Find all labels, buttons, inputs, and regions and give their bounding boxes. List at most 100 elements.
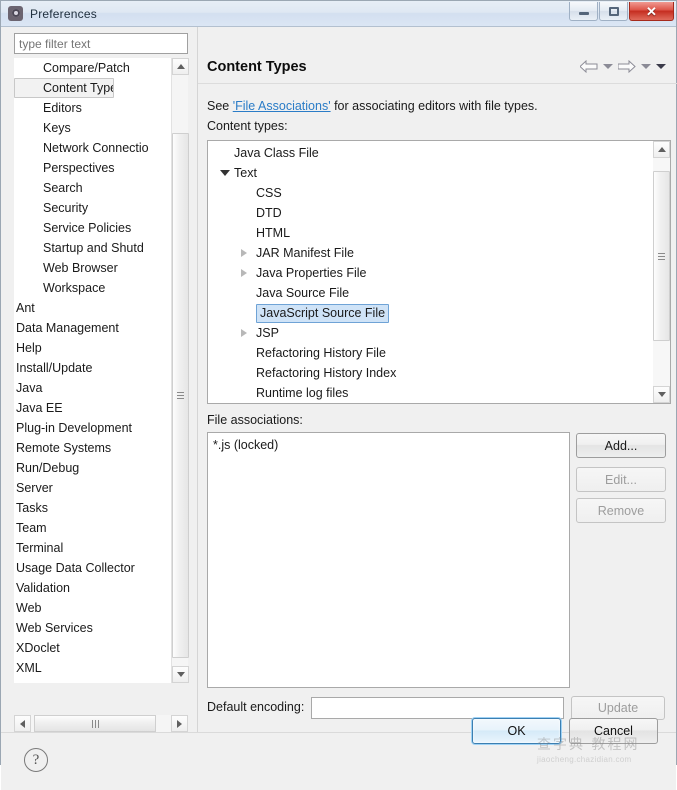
forward-menu-chevron-down-icon[interactable] (641, 64, 651, 69)
preferences-dialog: Preferences ✕ Compare/PatchContent Types… (0, 0, 677, 765)
sidebar-item-ant[interactable]: Ant (14, 298, 168, 318)
description-prefix: See (207, 99, 233, 113)
minimize-button[interactable] (569, 2, 598, 21)
scroll-up-button[interactable] (653, 141, 670, 158)
sidebar-horizontal-scrollbar[interactable] (14, 715, 188, 732)
help-question-icon[interactable]: ? (24, 748, 48, 772)
sidebar-item-plug-in-development[interactable]: Plug-in Development (14, 418, 168, 438)
content-type-row[interactable]: Refactoring History Index (208, 363, 652, 383)
content-type-row[interactable]: Java Properties File (208, 263, 652, 283)
sidebar-item-web-services[interactable]: Web Services (14, 618, 168, 638)
sidebar-item-terminal[interactable]: Terminal (14, 538, 168, 558)
sidebar-tree[interactable]: Compare/PatchContent TypesEditorsKeysNet… (14, 58, 188, 683)
scroll-left-button[interactable] (14, 715, 31, 732)
view-menu-triangle-icon[interactable] (656, 64, 666, 69)
sidebar-item-java-ee[interactable]: Java EE (14, 398, 168, 418)
content-types-tree[interactable]: Java Class FileText CSS DTD HTML JAR Manifes… (207, 140, 671, 404)
content-type-row[interactable]: DTD (208, 203, 652, 223)
sidebar-item-usage-data-collector[interactable]: Usage Data Collector (14, 558, 168, 578)
content-type-row[interactable]: JAR Manifest File (208, 243, 652, 263)
sidebar-item-data-management[interactable]: Data Management (14, 318, 168, 338)
content-type-label: HTML (256, 226, 290, 240)
sidebar-item-remote-systems[interactable]: Remote Systems (14, 438, 168, 458)
content-type-row[interactable]: Text (208, 163, 652, 183)
add-button[interactable]: Add... (576, 433, 666, 458)
close-button[interactable]: ✕ (629, 2, 674, 21)
sidebar-item-install-update[interactable]: Install/Update (14, 358, 168, 378)
sidebar-item-help[interactable]: Help (14, 338, 168, 358)
scroll-up-button[interactable] (172, 58, 189, 75)
sidebar-item-validation[interactable]: Validation (14, 578, 168, 598)
sidebar-item-web[interactable]: Web (14, 598, 168, 618)
scrollbar-thumb[interactable] (172, 133, 189, 658)
sidebar-item-run-debug[interactable]: Run/Debug (14, 458, 168, 478)
sidebar-item-startup-and-shutd[interactable]: Startup and Shutd (14, 238, 168, 258)
sidebar-item-compare-patch[interactable]: Compare/Patch (14, 58, 168, 78)
arrow-down-icon (658, 392, 666, 397)
content-type-row[interactable]: HTML (208, 223, 652, 243)
gear-icon (8, 6, 24, 22)
sidebar-item-workspace[interactable]: Workspace (14, 278, 168, 298)
close-icon: ✕ (646, 5, 657, 18)
content-type-row[interactable]: Java Class File (208, 143, 652, 163)
title-bar[interactable]: Preferences ✕ (1, 1, 676, 27)
sidebar-item-java[interactable]: Java (14, 378, 168, 398)
filter-input[interactable] (14, 33, 188, 54)
content-types-vertical-scrollbar[interactable] (653, 141, 670, 403)
content-type-row[interactable]: JavaScript Source File (208, 303, 652, 323)
content-type-label: JavaScript Source File (256, 304, 389, 323)
sidebar-item-content-types[interactable]: Content Types (14, 78, 114, 98)
content-type-label: Java Properties File (256, 266, 366, 280)
content-type-row[interactable]: Runtime log files (208, 383, 652, 403)
sidebar-item-tasks[interactable]: Tasks (14, 498, 168, 518)
forward-arrow-icon[interactable] (618, 60, 636, 73)
cancel-button[interactable]: Cancel (569, 718, 658, 744)
content-type-row[interactable]: JSP (208, 323, 652, 343)
scrollbar-thumb[interactable] (653, 171, 670, 341)
collapsed-triangle-icon[interactable] (241, 329, 247, 337)
content-type-row[interactable]: Java Source File (208, 283, 652, 303)
arrow-right-icon (177, 720, 182, 728)
thumb-grip-icon (177, 392, 184, 399)
collapsed-triangle-icon[interactable] (241, 269, 247, 277)
content-type-row[interactable]: Refactoring History File (208, 343, 652, 363)
sidebar-item-server[interactable]: Server (14, 478, 168, 498)
scroll-down-button[interactable] (653, 386, 670, 403)
file-association-item[interactable]: *.js (locked) (213, 436, 564, 455)
collapsed-triangle-icon[interactable] (241, 249, 247, 257)
page-nav-toolbar (580, 60, 666, 73)
back-arrow-icon[interactable] (580, 60, 598, 73)
sidebar-item-editors[interactable]: Editors (14, 98, 168, 118)
ok-button[interactable]: OK (472, 718, 561, 744)
content-type-label: Refactoring History File (256, 346, 386, 360)
sidebar-item-service-policies[interactable]: Service Policies (14, 218, 168, 238)
sidebar-vertical-scrollbar[interactable] (171, 58, 188, 683)
sidebar-item-xdoclet[interactable]: XDoclet (14, 638, 168, 658)
hscrollbar-thumb[interactable] (34, 715, 156, 732)
arrow-up-icon (658, 147, 666, 152)
sidebar-item-search[interactable]: Search (14, 178, 168, 198)
sidebar-item-keys[interactable]: Keys (14, 118, 168, 138)
thumb-grip-icon (658, 253, 665, 260)
expanded-triangle-icon[interactable] (220, 170, 230, 176)
file-associations-label: File associations: (207, 413, 303, 427)
sidebar-item-security[interactable]: Security (14, 198, 168, 218)
scroll-down-button[interactable] (172, 666, 189, 683)
sidebar-item-perspectives[interactable]: Perspectives (14, 158, 168, 178)
edit-button: Edit... (576, 467, 666, 492)
scroll-right-button[interactable] (171, 715, 188, 732)
page-title: Content Types (207, 59, 307, 75)
content-type-label: CSS (256, 186, 282, 200)
sidebar-item-network-connectio[interactable]: Network Connectio (14, 138, 168, 158)
file-associations-list[interactable]: *.js (locked) (207, 432, 570, 688)
sidebar-item-xml[interactable]: XML (14, 658, 168, 678)
back-menu-chevron-down-icon[interactable] (603, 64, 613, 69)
content-type-label: JSP (256, 326, 279, 340)
default-encoding-input[interactable] (311, 697, 564, 719)
sidebar-item-web-browser[interactable]: Web Browser (14, 258, 168, 278)
content-type-label: JAR Manifest File (256, 246, 354, 260)
sidebar-item-team[interactable]: Team (14, 518, 168, 538)
maximize-button[interactable] (599, 2, 628, 21)
file-associations-link[interactable]: 'File Associations' (233, 99, 331, 113)
content-type-row[interactable]: CSS (208, 183, 652, 203)
